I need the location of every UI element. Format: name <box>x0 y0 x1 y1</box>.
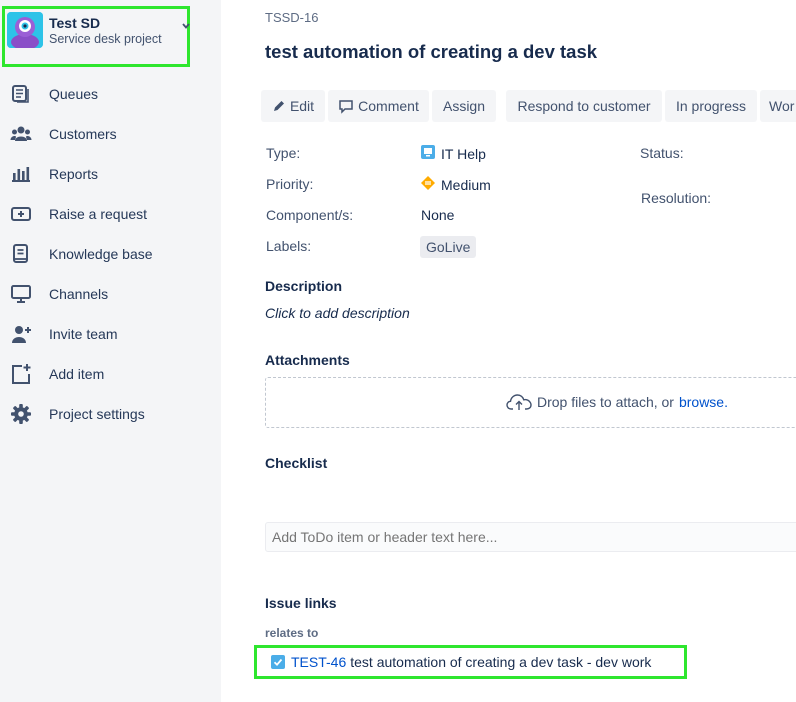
sidebar-item-label: Channels <box>49 286 109 302</box>
in-progress-label: In progress <box>675 98 747 114</box>
sidebar-item-channels[interactable]: Channels <box>0 274 221 314</box>
priority-value[interactable]: Medium <box>421 176 491 193</box>
relation-type: relates to <box>265 626 319 640</box>
in-progress-button[interactable]: In progress <box>665 90 757 122</box>
customers-icon <box>10 126 32 141</box>
status-label: Status: <box>640 145 684 161</box>
components-value[interactable]: None <box>421 207 454 223</box>
project-avatar <box>7 12 43 48</box>
page-title[interactable]: test automation of creating a dev task <box>265 41 597 63</box>
project-type: Service desk project <box>49 32 162 46</box>
respond-label: Respond to customer <box>517 98 651 114</box>
issue-link-row[interactable]: TEST-46 test automation of creating a de… <box>254 645 687 679</box>
edit-label: Edit <box>289 98 315 114</box>
sidebar-item-label: Knowledge base <box>49 246 153 262</box>
sidebar-item-knowledge-base[interactable]: Knowledge base <box>0 234 221 274</box>
invite-team-icon <box>12 326 31 343</box>
labels-label: Labels: <box>266 238 312 254</box>
checklist-input[interactable] <box>265 522 796 552</box>
sidebar-item-label: Customers <box>49 126 117 142</box>
components-label: Component/s: <box>266 207 354 223</box>
comment-icon <box>339 99 353 114</box>
type-value-text: IT Help <box>441 145 486 162</box>
task-checkbox-icon <box>271 655 285 669</box>
linked-issue-key[interactable]: TEST-46 <box>291 654 346 670</box>
issue-view: TSSD-16 test automation of creating a de… <box>221 0 796 702</box>
attachments-heading: Attachments <box>265 352 350 368</box>
sidebar-item-invite-team[interactable]: Invite team <box>0 314 221 354</box>
workflow-label: Wor <box>769 98 795 114</box>
gear-icon <box>11 404 31 424</box>
browse-link[interactable]: browse. <box>679 394 728 410</box>
sidebar-item-label: Add item <box>49 366 105 382</box>
priority-value-text: Medium <box>441 176 491 193</box>
label-chip[interactable]: GoLive <box>420 236 477 258</box>
assign-label: Assign <box>442 98 486 114</box>
description-heading: Description <box>265 278 343 294</box>
sidebar-item-reports[interactable]: Reports <box>0 154 221 194</box>
respond-to-customer-button[interactable]: Respond to customer <box>506 90 662 122</box>
sidebar-item-label: Raise a request <box>49 206 148 222</box>
add-item-icon <box>12 364 31 384</box>
reports-icon <box>12 167 30 182</box>
comment-label: Comment <box>358 98 419 114</box>
it-help-icon <box>421 145 435 162</box>
knowledge-base-icon <box>13 244 28 263</box>
sidebar-item-label: Queues <box>49 86 99 102</box>
sidebar-item-label: Project settings <box>49 406 145 422</box>
sidebar-item-customers[interactable]: Customers <box>0 114 221 154</box>
priority-label: Priority: <box>266 176 314 192</box>
issue-links-heading: Issue links <box>265 595 337 611</box>
resolution-label: Resolution: <box>641 190 712 206</box>
sidebar-item-label: Reports <box>49 166 99 182</box>
raise-request-icon <box>11 207 31 221</box>
pencil-icon <box>273 101 284 111</box>
type-label: Type: <box>266 145 301 161</box>
project-header[interactable]: Test SD Service desk project <box>2 6 190 67</box>
sidebar: Test SD Service desk project Queues Cust… <box>0 0 221 702</box>
sidebar-item-project-settings[interactable]: Project settings <box>0 394 221 434</box>
checklist-heading: Checklist <box>265 455 328 471</box>
description-field[interactable]: Click to add description <box>265 305 410 321</box>
queues-icon <box>12 85 29 103</box>
sidebar-item-label: Invite team <box>49 326 118 342</box>
project-name: Test SD <box>49 15 101 31</box>
sidebar-item-raise-request[interactable]: Raise a request <box>0 194 221 234</box>
channels-icon <box>11 285 31 303</box>
workflow-button[interactable]: Wor <box>760 90 796 122</box>
linked-issue-summary[interactable]: test automation of creating a dev task -… <box>350 654 651 670</box>
type-value[interactable]: IT Help <box>421 145 486 162</box>
issue-key[interactable]: TSSD-16 <box>265 10 318 25</box>
chevron-down-icon[interactable] <box>181 21 191 31</box>
cloud-upload-icon <box>506 394 532 410</box>
priority-medium-icon <box>421 176 435 193</box>
edit-button[interactable]: Edit <box>261 90 325 122</box>
assign-button[interactable]: Assign <box>432 90 496 122</box>
sidebar-item-queues[interactable]: Queues <box>0 74 221 114</box>
comment-button[interactable]: Comment <box>328 90 429 122</box>
attachment-dropzone[interactable]: Drop files to attach, or browse. <box>265 377 796 428</box>
drop-text: Drop files to attach, or <box>537 394 674 410</box>
sidebar-item-add-item[interactable]: Add item <box>0 354 221 394</box>
